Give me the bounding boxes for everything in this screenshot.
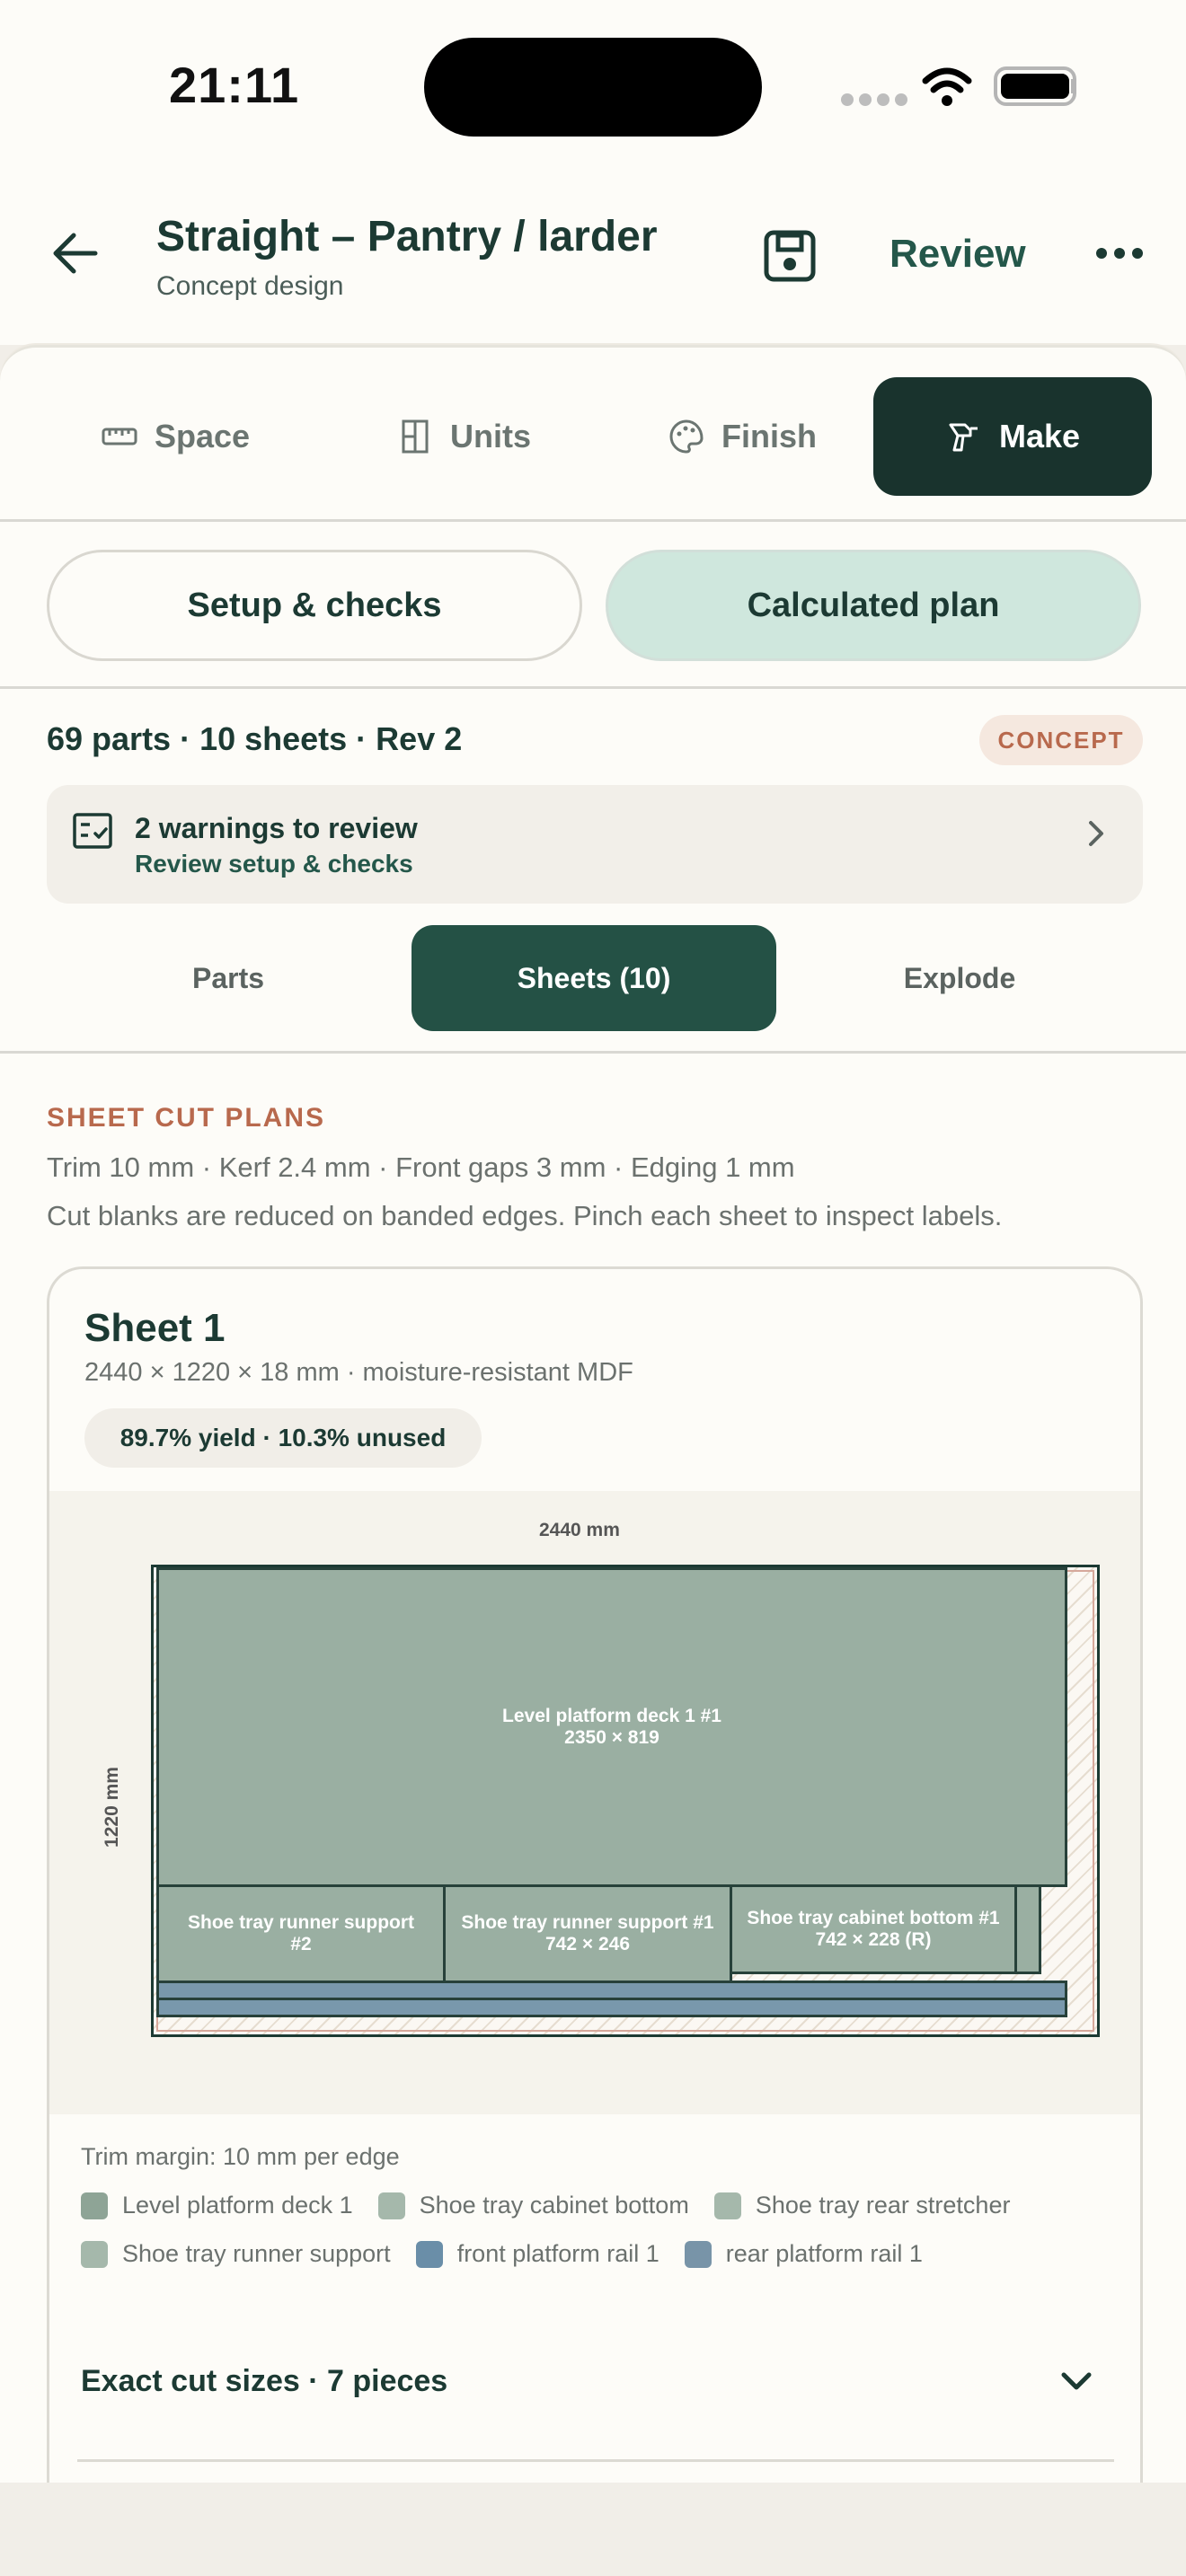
part-shoe-tray-runner-support-1[interactable]: Shoe tray runner support #1 742 × 246	[443, 1884, 732, 1983]
legend-label: Shoe tray rear stretcher	[755, 2192, 1011, 2219]
section-settings: Trim 10 mm · Kerf 2.4 mm · Front gaps 3 …	[47, 1151, 795, 1183]
subtab-sheets[interactable]: Sheets (10)	[412, 925, 776, 1031]
tab-make[interactable]: Make	[873, 377, 1152, 496]
cellular-signal-icon	[841, 93, 907, 106]
dynamic-island	[424, 38, 762, 137]
tab-units[interactable]: Units	[368, 377, 559, 496]
exact-cut-sizes-toggle[interactable]: Exact cut sizes · 7 pieces	[81, 2364, 447, 2399]
setup-checks-button[interactable]: Setup & checks	[47, 550, 582, 661]
part-name: Level platform deck 1 #1	[502, 1705, 721, 1726]
review-button[interactable]: Review	[890, 232, 1026, 277]
tab-space[interactable]: Space	[75, 377, 275, 496]
calculated-plan-button[interactable]: Calculated plan	[606, 550, 1141, 661]
more-options-icon[interactable]	[1096, 248, 1143, 259]
legend-label: front platform rail 1	[456, 2240, 659, 2267]
checklist-icon	[73, 813, 112, 849]
ruler-icon	[102, 428, 137, 446]
subtab-parts[interactable]: Parts	[47, 925, 410, 1031]
warnings-subtitle: Review setup & checks	[135, 850, 413, 878]
drill-icon	[949, 423, 978, 452]
status-time: 21:11	[169, 57, 300, 113]
legend-swatch	[81, 2240, 108, 2268]
sheet-width-label: 2440 mm	[539, 1520, 620, 1540]
tab-units-label: Units	[450, 418, 531, 454]
part-size: 742 × 246	[544, 1934, 630, 1954]
legend-label: Shoe tray runner support	[122, 2240, 391, 2267]
parts-layer: Level platform deck 1 #1 2350 × 819 Shoe…	[154, 1567, 1097, 2034]
sheet-specs: 2440 × 1220 × 18 mm · moisture-resistant…	[84, 1358, 633, 1387]
section-title: SHEET CUT PLANS	[47, 1103, 326, 1133]
cabinet-icon	[402, 419, 429, 454]
sheet-title: Sheet 1	[84, 1306, 226, 1350]
legend-swatch	[81, 2192, 108, 2219]
part-size: 2350 × 819	[564, 1727, 659, 1748]
legend-label: Shoe tray cabinet bottom	[419, 2192, 689, 2219]
part-rear-platform-rail[interactable]	[156, 1998, 1067, 2017]
part-name: Shoe tray cabinet bottom #1	[747, 1907, 1000, 1928]
battery-tip	[1071, 79, 1076, 93]
tabs-divider	[0, 519, 1186, 522]
legend-swatch	[684, 2240, 712, 2268]
warnings-title: 2 warnings to review	[135, 812, 418, 844]
save-icon[interactable]	[762, 228, 818, 284]
back-arrow-icon[interactable]	[50, 228, 101, 278]
tab-space-label: Space	[154, 418, 251, 454]
tab-make-label: Make	[998, 418, 1081, 454]
segment-divider	[0, 686, 1186, 689]
part-size: 742 × 228 (R)	[815, 1929, 932, 1950]
tab-finish-label: Finish	[721, 418, 817, 454]
legend-swatch	[377, 2192, 405, 2219]
part-name: Shoe tray runner support #2	[187, 1911, 415, 1954]
palette-icon	[669, 419, 704, 454]
page-title: Straight – Pantry / larder	[156, 213, 658, 260]
sheet-height-label: 1220 mm	[101, 1767, 122, 1848]
part-level-platform-deck[interactable]: Level platform deck 1 #1 2350 × 819	[156, 1567, 1067, 1887]
section-hint: Cut blanks are reduced on banded edges. …	[47, 1200, 1003, 1231]
trim-note: Trim margin: 10 mm per edge	[81, 2143, 400, 2170]
legend-swatch	[415, 2240, 443, 2268]
part-shoe-tray-rear-stretcher[interactable]	[1014, 1884, 1041, 1974]
legend-row-2: Shoe tray runner support front platform …	[81, 2240, 923, 2268]
part-shoe-tray-cabinet-bottom[interactable]: Shoe tray cabinet bottom #1 742 × 228 (R…	[730, 1884, 1017, 1974]
battery-icon	[994, 66, 1076, 106]
legend-swatch	[713, 2192, 741, 2219]
legend-row-1: Level platform deck 1 Shoe tray cabinet …	[81, 2192, 1010, 2219]
page-subtitle: Concept design	[156, 271, 344, 301]
card-footer-divider	[77, 2459, 1114, 2462]
part-shoe-tray-runner-support-2[interactable]: Shoe tray runner support #2	[156, 1884, 446, 1983]
status-badge: CONCEPT	[979, 715, 1143, 765]
wifi-icon	[922, 67, 972, 106]
bottom-backdrop	[0, 2483, 1186, 2576]
chevron-down-icon[interactable]	[1058, 2368, 1094, 2395]
yield-badge: 89.7% yield · 10.3% unused	[84, 1408, 482, 1468]
plan-summary: 69 parts · 10 sheets · Rev 2	[47, 720, 463, 757]
part-name: Shoe tray runner support #1	[461, 1911, 714, 1933]
legend-label: rear platform rail 1	[725, 2240, 923, 2267]
subtabs-divider	[0, 1051, 1186, 1054]
chevron-right-icon	[1089, 821, 1103, 846]
legend-label: Level platform deck 1	[122, 2192, 353, 2219]
subtab-explode[interactable]: Explode	[778, 925, 1141, 1031]
tab-finish[interactable]: Finish	[647, 377, 837, 496]
